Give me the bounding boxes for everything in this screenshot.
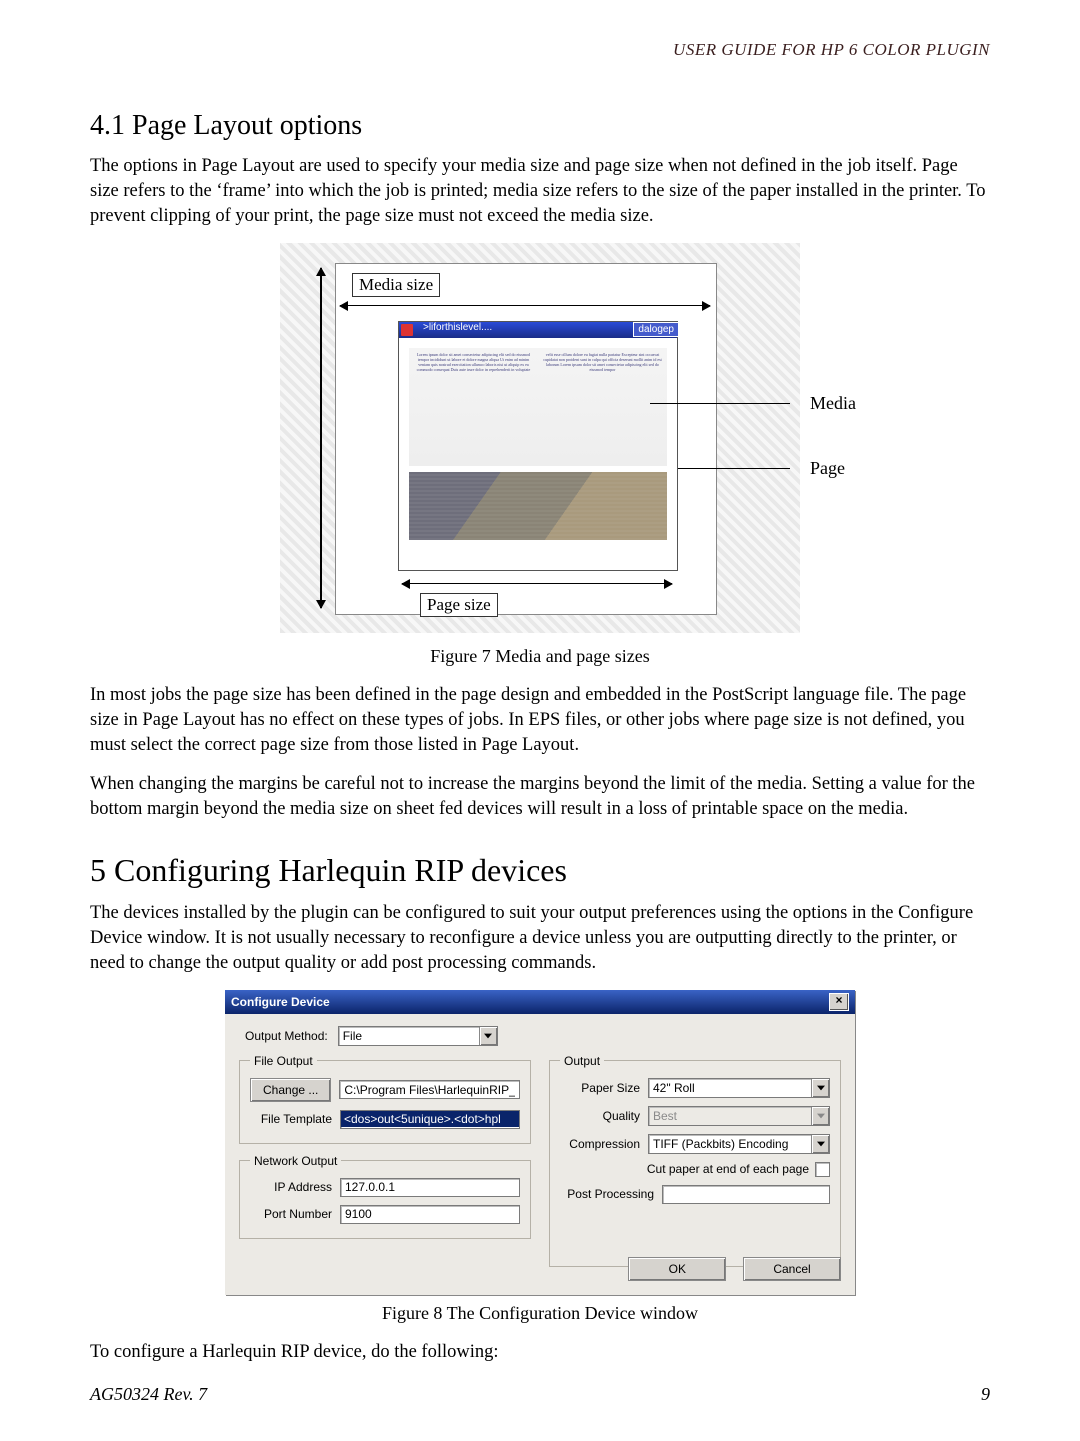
chevron-down-icon — [811, 1107, 829, 1125]
cancel-button[interactable]: Cancel — [743, 1257, 841, 1281]
dialog-photo-icon — [409, 472, 667, 540]
page-box: >liforthislevel.... dalogep Lorem ipsum … — [398, 321, 678, 571]
para-5-intro: The devices installed by the plugin can … — [90, 901, 990, 976]
output-method-label: Output Method: — [245, 1029, 338, 1043]
output-method-value: File — [343, 1029, 362, 1043]
figure-8: Configure Device × Output Method: File — [90, 990, 990, 1295]
file-template-input[interactable]: <dos>out<5unique>.<dot>hpl — [341, 1111, 519, 1127]
media-height-arrow — [320, 268, 322, 608]
file-output-group: File Output Change ... File Template <do… — [239, 1054, 531, 1144]
window-title: Configure Device — [231, 995, 330, 1009]
dialog-tag: dalogep — [633, 322, 679, 337]
port-number-input[interactable] — [340, 1205, 520, 1224]
footer-page-number: 9 — [981, 1384, 990, 1405]
change-button[interactable]: Change ... — [250, 1078, 331, 1102]
para-4-1-p2: In most jobs the page size has been defi… — [90, 683, 990, 758]
heading-4-1: 4.1 Page Layout options — [90, 110, 990, 142]
port-number-label: Port Number — [250, 1207, 340, 1221]
page-size-label: Page size — [420, 593, 498, 617]
quality-value: Best — [653, 1109, 677, 1123]
quality-label: Quality — [560, 1109, 648, 1123]
dialog-dot-icon — [401, 324, 413, 336]
page-width-arrow — [402, 583, 672, 585]
post-processing-label: Post Processing — [560, 1187, 662, 1201]
chevron-down-icon — [811, 1135, 829, 1153]
media-width-arrow — [340, 305, 710, 307]
para-after-fig8: To configure a Harlequin RIP device, do … — [90, 1340, 990, 1365]
ip-address-label: IP Address — [250, 1180, 340, 1194]
para-4-1-intro: The options in Page Layout are used to s… — [90, 154, 990, 229]
network-output-legend: Network Output — [250, 1154, 341, 1168]
page-side-label: Page — [810, 458, 845, 479]
dialog-titlebar: >liforthislevel.... dalogep — [399, 322, 677, 338]
footer-doc-id: AG50324 Rev. 7 — [90, 1384, 207, 1405]
network-output-group: Network Output IP Address Port Number — [239, 1154, 531, 1239]
page-leader-line — [678, 468, 790, 469]
heading-5: 5 Configuring Harlequin RIP devices — [90, 852, 990, 889]
compression-select[interactable]: TIFF (Packbits) Encoding — [648, 1134, 830, 1154]
dialog-title-text: >liforthislevel.... — [423, 322, 492, 333]
configure-device-window: Configure Device × Output Method: File — [225, 990, 855, 1295]
window-titlebar: Configure Device × — [225, 990, 855, 1014]
quality-select: Best — [648, 1106, 830, 1126]
media-leader-line — [650, 403, 790, 404]
compression-label: Compression — [560, 1137, 648, 1151]
para-4-1-p3: When changing the margins be careful not… — [90, 772, 990, 822]
ip-address-input[interactable] — [340, 1178, 520, 1197]
close-icon[interactable]: × — [829, 993, 849, 1011]
compression-value: TIFF (Packbits) Encoding — [653, 1137, 788, 1151]
dialog-body-text-icon: Lorem ipsum dolor sit amet consectetur a… — [409, 348, 667, 466]
output-method-select[interactable]: File — [338, 1026, 498, 1046]
file-template-label: File Template — [250, 1112, 340, 1126]
ok-button[interactable]: OK — [628, 1257, 726, 1281]
chevron-down-icon — [479, 1027, 497, 1045]
figure-7-caption: Figure 7 Media and page sizes — [90, 646, 990, 667]
figure-8-caption: Figure 8 The Configuration Device window — [90, 1303, 990, 1324]
chevron-down-icon — [811, 1079, 829, 1097]
figure-7: Media size >liforthislevel.... dalogep L… — [90, 243, 990, 638]
output-group: Output Paper Size 42" Roll — [549, 1054, 841, 1267]
running-header: USER GUIDE FOR HP 6 COLOR PLUGIN — [90, 40, 990, 60]
paper-size-value: 42" Roll — [653, 1081, 695, 1095]
file-output-legend: File Output — [250, 1054, 317, 1068]
post-processing-input[interactable] — [662, 1185, 830, 1204]
media-side-label: Media — [810, 393, 856, 414]
paper-size-label: Paper Size — [560, 1081, 648, 1095]
change-path-input[interactable] — [339, 1080, 520, 1099]
media-size-label: Media size — [352, 273, 440, 297]
cut-paper-checkbox[interactable] — [815, 1162, 830, 1177]
cut-paper-label: Cut paper at end of each page — [647, 1162, 809, 1176]
output-legend: Output — [560, 1054, 604, 1068]
paper-size-select[interactable]: 42" Roll — [648, 1078, 830, 1098]
